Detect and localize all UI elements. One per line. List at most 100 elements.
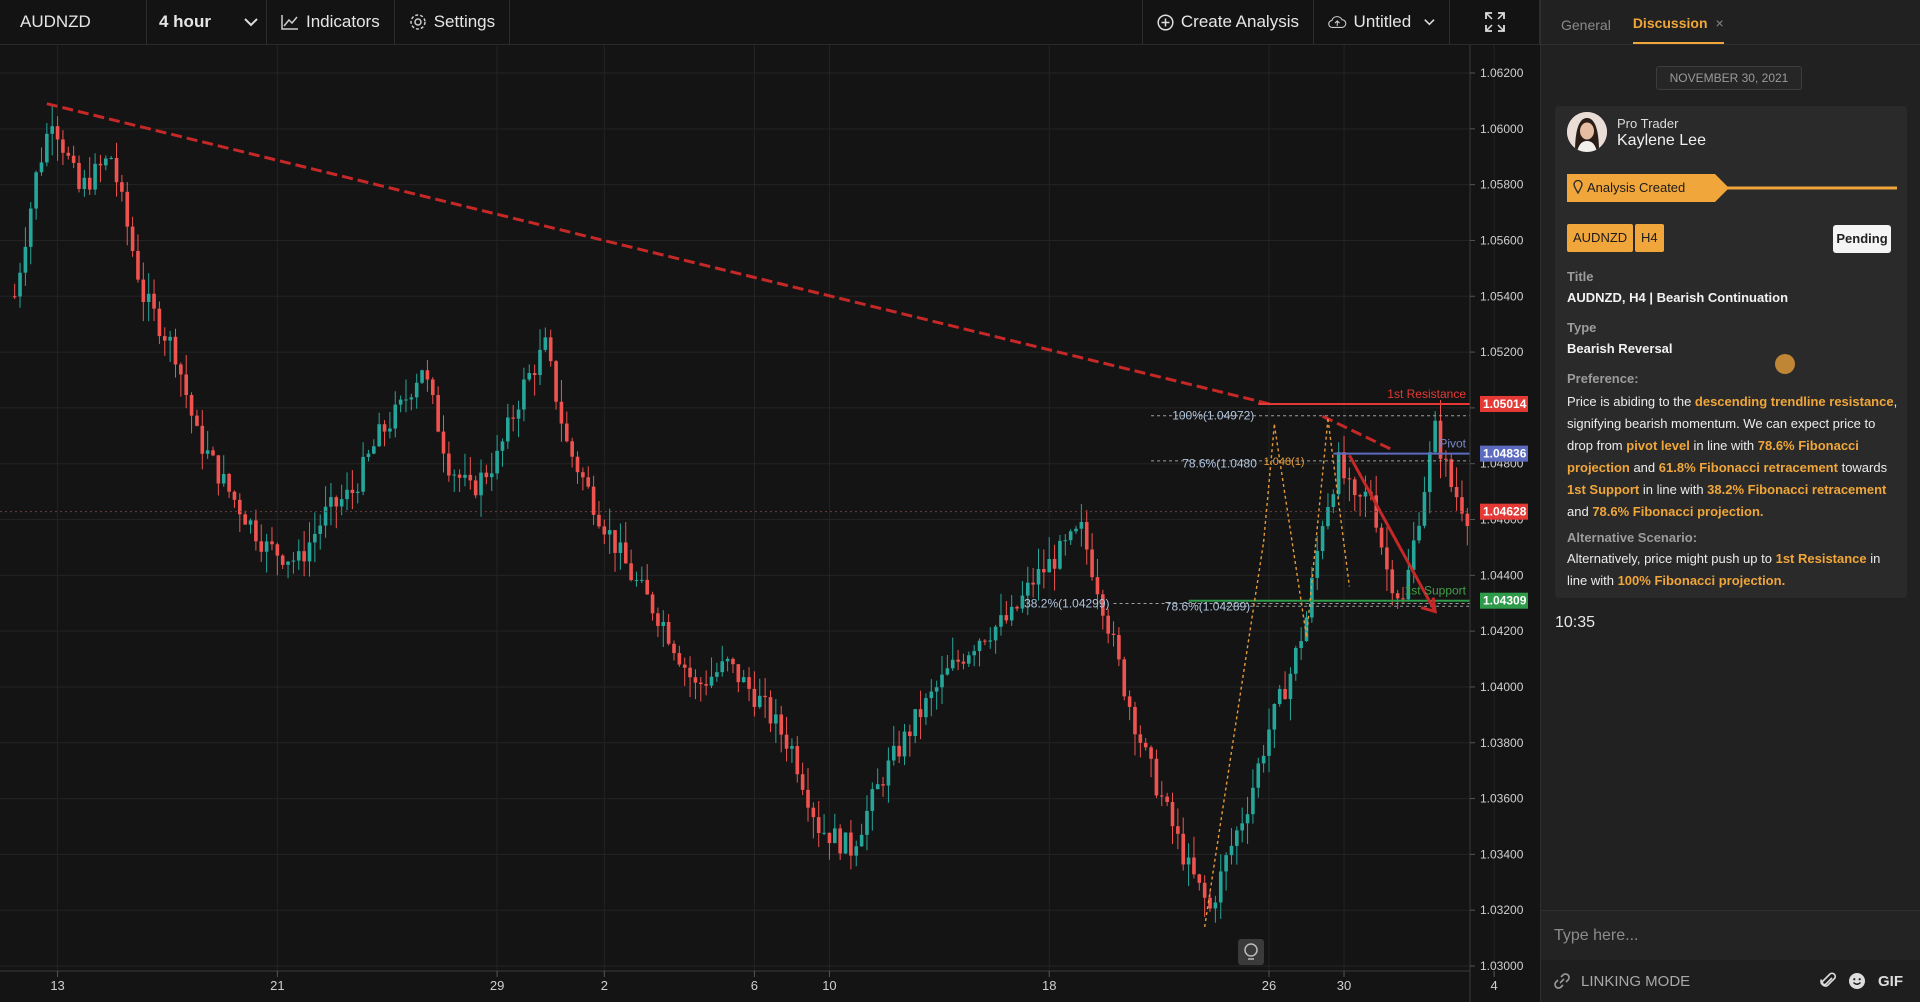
symbol-selector[interactable]: AUDNZD <box>0 0 147 45</box>
candle-body <box>725 658 730 662</box>
current-price-tag: 1.04628 <box>1483 505 1527 519</box>
fullscreen-button[interactable] <box>1450 0 1540 45</box>
gif-button[interactable]: GIF <box>1878 973 1903 990</box>
candle-body <box>1449 459 1454 488</box>
timeframe-dropdown[interactable]: 4 hour <box>147 0 267 45</box>
avatar[interactable] <box>1567 112 1607 152</box>
price-axis[interactable]: 1.06200 1.06000 1.05800 1.05600 1.05400 1.052… <box>1469 45 1528 1002</box>
candle-body <box>152 293 156 309</box>
candle-body <box>1058 540 1062 569</box>
candle-body <box>768 697 773 724</box>
candle-body <box>141 279 146 303</box>
symbol-label: AUDNZD <box>20 12 91 31</box>
title-value: AUDNZD, H4 | Bearish Continuation <box>1567 290 1789 305</box>
candle-body <box>1117 635 1121 660</box>
drawings-layer[interactable]: 1st Resistance Pivot 1st Support 100%(1.049… <box>0 102 1470 965</box>
indicators-button[interactable]: Indicators <box>267 0 395 45</box>
candle-body <box>816 817 821 833</box>
settings-button[interactable]: Settings <box>395 0 511 45</box>
gear-icon <box>409 14 426 30</box>
chart-canvas[interactable]: 1st Resistance Pivot 1st Support 100%(1.049… <box>0 45 1540 1002</box>
candle-body <box>688 667 692 678</box>
time-tick-label: 26 <box>1262 978 1276 993</box>
linking-mode-toggle[interactable]: LINKING MODE <box>1581 973 1690 990</box>
create-analysis-button[interactable]: Create Analysis <box>1141 0 1314 45</box>
candle-body <box>136 250 140 280</box>
tab-general[interactable]: General <box>1561 17 1611 44</box>
candle-body <box>956 659 960 662</box>
candle-body <box>629 563 633 581</box>
candle-body <box>1288 673 1293 700</box>
candle-body <box>109 157 113 159</box>
emoji-icon[interactable] <box>1848 972 1866 990</box>
candle-body <box>425 370 430 380</box>
tab-discussion[interactable]: Discussion × <box>1632 15 1724 44</box>
candle-body <box>1068 531 1073 541</box>
candle-body <box>677 653 682 665</box>
link-icon[interactable] <box>1553 972 1571 990</box>
status-badge: Pending <box>1833 225 1891 253</box>
candle-body <box>1433 420 1437 453</box>
candle-body <box>34 172 38 209</box>
candle-body <box>854 846 859 856</box>
price-tick-label: 1.05400 <box>1480 289 1524 303</box>
time-tick-label: 4 <box>1491 978 1498 993</box>
candle-body <box>243 514 247 525</box>
layout-dropdown[interactable]: Untitled <box>1314 0 1450 45</box>
chat-input[interactable] <box>1554 923 1834 949</box>
candle-body <box>1181 833 1186 865</box>
alt-part: Alternatively, price might push up to <box>1567 551 1776 566</box>
trendline-extension <box>1321 414 1393 452</box>
candle-body <box>259 541 264 552</box>
time-axis[interactable]: 13 21 29 2 6 10 18 26 30 4 <box>0 970 1498 993</box>
candle-body <box>125 191 130 227</box>
pref-part: in line with <box>1689 438 1758 453</box>
candle-body <box>173 336 178 365</box>
candle-body <box>82 177 87 190</box>
candle-body <box>849 832 853 856</box>
fib-786-label: 78.6%(1.0480 <box>1182 457 1257 471</box>
timeframe-tag[interactable]: H4 <box>1635 224 1664 252</box>
candle-body <box>666 621 671 644</box>
candle-body <box>71 155 76 163</box>
candle-body <box>940 674 944 688</box>
candle-body <box>388 428 392 432</box>
candle-body <box>999 615 1003 627</box>
candle-body <box>522 379 526 410</box>
paperclip-icon[interactable] <box>1820 972 1836 990</box>
price-chart[interactable]: 1st Resistance Pivot 1st Support 100%(1.049… <box>0 45 1540 1002</box>
candle-body <box>500 441 505 451</box>
candle-body <box>1358 495 1362 497</box>
analysis-created-banner: Analysis Created <box>1567 174 1907 202</box>
plus-circle-icon <box>1157 13 1174 31</box>
candle-body <box>822 832 826 834</box>
time-tick-label: 13 <box>50 978 64 993</box>
candle-body <box>736 664 741 683</box>
candle-body <box>280 555 285 565</box>
candle-body <box>254 520 258 542</box>
candle-body <box>1079 521 1084 529</box>
candle-body <box>200 425 205 454</box>
candle-body <box>329 497 333 507</box>
candle-body <box>55 126 60 140</box>
candle-body <box>516 409 521 419</box>
candle-body <box>1218 871 1223 903</box>
fib-382-label: 38.2%(1.04299) <box>1024 596 1109 610</box>
symbol-tag[interactable]: AUDNZD <box>1567 224 1634 252</box>
candle-body <box>1299 641 1303 648</box>
candle-body <box>447 453 451 476</box>
candle-body <box>1192 857 1196 875</box>
candle-body <box>1229 845 1234 856</box>
candle-body <box>66 152 71 156</box>
candle-body <box>1106 615 1110 634</box>
close-icon[interactable]: × <box>1716 15 1724 31</box>
candle-body <box>414 382 419 398</box>
candle-body <box>902 731 907 757</box>
candle-body <box>430 379 435 396</box>
time-tick-label: 2 <box>601 978 608 993</box>
candle-body <box>967 655 971 664</box>
chevron-down-icon <box>1424 19 1435 26</box>
candle-body <box>489 473 494 478</box>
candle-body <box>972 651 976 656</box>
candle-body <box>1122 659 1127 697</box>
